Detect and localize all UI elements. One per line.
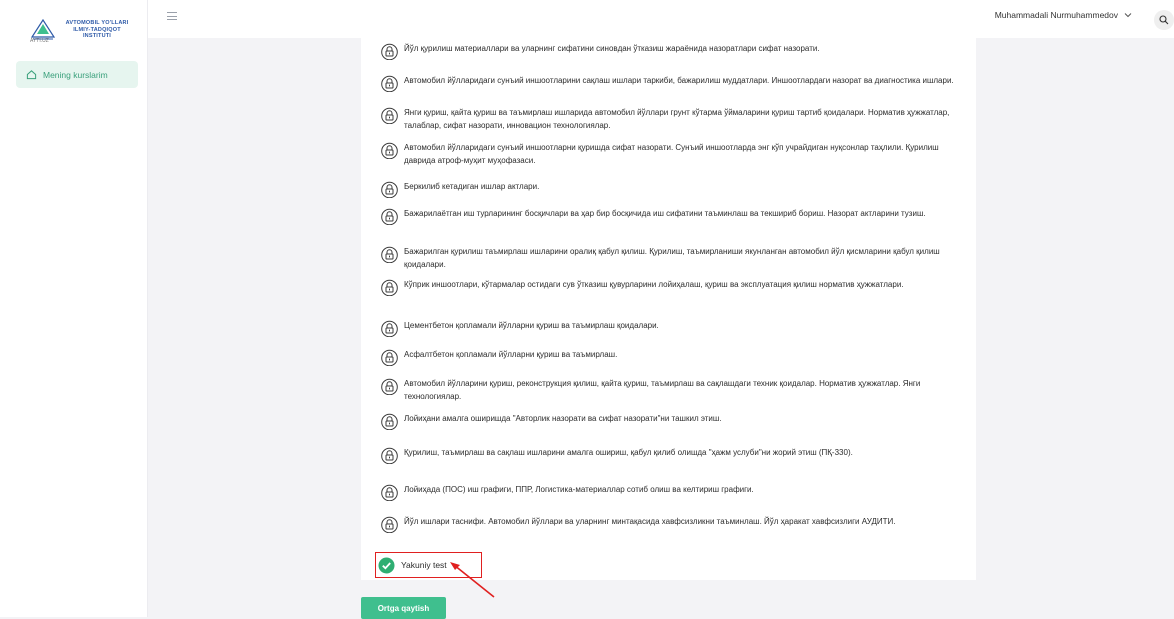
lesson-title: Йўл ишлари таснифи. Автомобил йўллари ва… xyxy=(404,517,896,526)
logo-subtext: AYTI.UZ xyxy=(30,38,49,44)
lock-icon xyxy=(381,181,398,198)
chevron-down-icon xyxy=(1124,13,1132,18)
lesson-title: Бажарилаётган иш турларининг босқичлари … xyxy=(404,209,926,218)
home-icon xyxy=(26,70,37,80)
lesson-item[interactable]: Лойиҳада (ПОС) иш графиги, ППР, Логистик… xyxy=(381,483,961,501)
lesson-title: Автомобил йўлларидаги сунъий иншоотларин… xyxy=(404,76,954,85)
lock-icon xyxy=(381,142,398,159)
lesson-title: Цементбетон қопламали йўлларни қуриш ва … xyxy=(404,321,659,330)
lock-icon xyxy=(381,208,398,225)
lesson-item[interactable]: Йўл қурилиш материаллари ва уларнинг сиф… xyxy=(381,42,961,60)
lesson-title: Автомобил йўлларидаги сунъий иншоотларни… xyxy=(404,143,939,165)
lesson-list-card: Йўл қурилиш материаллари ва уларнинг сиф… xyxy=(361,28,976,580)
lesson-title: Кўприк иншоотлари, кўтармалар остидаги с… xyxy=(404,280,904,289)
lesson-item[interactable]: Йўл ишлари таснифи. Автомобил йўллари ва… xyxy=(381,515,961,533)
lock-icon xyxy=(381,43,398,60)
lesson-title: Лойиҳада (ПОС) иш графиги, ППР, Логистик… xyxy=(404,485,754,494)
lesson-item[interactable]: Лойиҳани амалга оширишда "Авторлик назор… xyxy=(381,412,961,430)
sidebar: AVTOMOBIL YO'LLARI ILMIY-TADQIQOT INSTIT… xyxy=(0,0,148,617)
lesson-title: Асфалтбетон қопламали йўлларни қуриш ва … xyxy=(404,350,618,359)
check-circle-icon xyxy=(378,557,395,573)
lesson-item[interactable]: Автомобил йўлларини қуриш, реконструкция… xyxy=(381,377,961,403)
lock-icon xyxy=(381,378,398,395)
lesson-title: Лойиҳани амалга оширишда "Авторлик назор… xyxy=(404,414,722,423)
lesson-item[interactable]: Кўприк иншоотлари, кўтармалар остидаги с… xyxy=(381,278,961,296)
lesson-item[interactable]: Автомобил йўлларидаги сунъий иншоотларни… xyxy=(381,141,961,167)
lock-icon xyxy=(381,447,398,464)
lesson-item[interactable]: Янги қуриш, қайта қуриш ва таъмирлаш ишл… xyxy=(381,106,961,132)
search-button[interactable] xyxy=(1154,10,1174,30)
lesson-title: Йўл қурилиш материаллари ва уларнинг сиф… xyxy=(404,44,820,53)
lesson-title: Бажарилган қурилиш таъмирлаш ишларини ор… xyxy=(404,247,940,269)
lock-icon xyxy=(381,349,398,366)
lesson-title: Янги қуриш, қайта қуриш ва таъмирлаш ишл… xyxy=(404,108,950,130)
sidebar-item-my-courses[interactable]: Mening kurslarim xyxy=(16,61,138,88)
lesson-title: Беркилиб кетадиган ишлар актлари. xyxy=(404,182,540,191)
lesson-item[interactable]: Қурилиш, таъмирлаш ва сақлаш ишларини ам… xyxy=(381,446,961,464)
lesson-title: Автомобил йўлларини қуриш, реконструкция… xyxy=(404,379,921,401)
lesson-item[interactable]: Асфалтбетон қопламали йўлларни қуриш ва … xyxy=(381,348,961,366)
lesson-item[interactable]: Цементбетон қопламали йўлларни қуриш ва … xyxy=(381,319,961,337)
lock-icon xyxy=(381,484,398,501)
lock-icon xyxy=(381,320,398,337)
lock-icon xyxy=(381,516,398,533)
logo-text: AVTOMOBIL YO'LLARI ILMIY-TADQIQOT INSTIT… xyxy=(65,20,129,40)
lesson-item[interactable]: Автомобил йўлларидаги сунъий иншоотларин… xyxy=(381,74,961,92)
sidebar-item-label: Mening kurslarim xyxy=(43,69,108,80)
lock-icon xyxy=(381,413,398,430)
lesson-title: Қурилиш, таъмирлаш ва сақлаш ишларини ам… xyxy=(404,448,853,457)
back-button[interactable]: Ortga qaytish xyxy=(361,597,446,619)
lesson-item[interactable]: Бажарилган қурилиш таъмирлаш ишларини ор… xyxy=(381,245,961,271)
menu-icon[interactable] xyxy=(167,12,177,20)
search-icon xyxy=(1159,15,1169,25)
lesson-item[interactable]: Беркилиб кетадиган ишлар актлари. xyxy=(381,180,961,198)
lock-icon xyxy=(381,246,398,263)
user-menu[interactable]: Muhammadali Nurmuhammedov xyxy=(995,10,1132,20)
lesson-item[interactable]: Бажарилаётган иш турларининг босқичлари … xyxy=(381,207,961,225)
lock-icon xyxy=(381,279,398,296)
lock-icon xyxy=(381,107,398,124)
user-name: Muhammadali Nurmuhammedov xyxy=(994,10,1118,20)
lock-icon xyxy=(381,75,398,92)
annotation-arrow-icon xyxy=(450,562,495,598)
